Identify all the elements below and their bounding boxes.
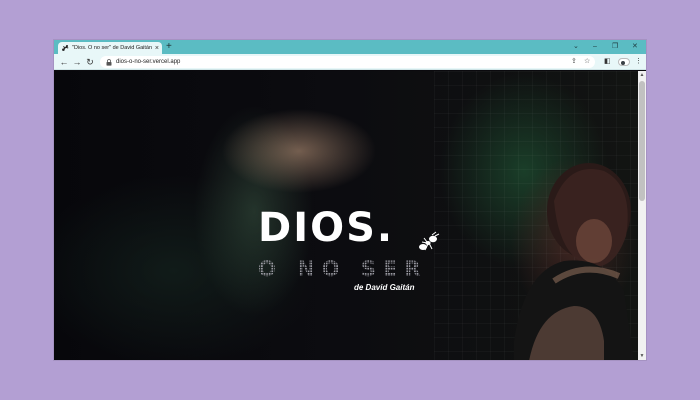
hero-person-image <box>514 163 634 360</box>
back-button[interactable]: ← <box>58 56 70 68</box>
scroll-up-icon[interactable]: ▲ <box>638 71 646 79</box>
ant-icon <box>419 231 440 251</box>
hero-title: DIOS. <box>258 205 395 251</box>
tab-title: "Dios. O no ser" de David Gaitán <box>72 45 153 51</box>
page-scrollbar[interactable]: ▲ ▼ <box>638 71 646 360</box>
browser-tab[interactable]: "Dios. O no ser" de David Gaitán × <box>58 42 162 54</box>
forward-button[interactable]: → <box>71 56 83 68</box>
share-icon[interactable]: ⇪ <box>571 56 577 68</box>
hero-section: DIOS. O NO SER de David Gaitán <box>54 71 638 360</box>
bookmark-star-icon[interactable]: ☆ <box>584 56 590 68</box>
browser-window: "Dios. O no ser" de David Gaitán × + ⌄ –… <box>54 40 646 360</box>
tab-strip: "Dios. O no ser" de David Gaitán × + ⌄ –… <box>54 40 646 54</box>
scroll-down-icon[interactable]: ▼ <box>638 352 646 360</box>
lock-icon <box>106 58 112 66</box>
tab-close-icon[interactable]: × <box>155 45 159 52</box>
address-bar[interactable]: dios-o-no-ser.vercel.app ⇪ ☆ <box>100 56 595 68</box>
minimize-button[interactable]: – <box>593 41 597 53</box>
profile-avatar[interactable] <box>618 58 630 66</box>
menu-kebab-icon[interactable]: ⋮ <box>635 56 642 68</box>
url-text: dios-o-no-ser.vercel.app <box>116 59 181 65</box>
scroll-thumb[interactable] <box>639 81 645 201</box>
close-window-button[interactable]: ✕ <box>632 41 638 53</box>
reload-button[interactable]: ↻ <box>84 56 96 68</box>
hero-logo: DIOS. O NO SER de David Gaitán <box>258 205 458 305</box>
browser-toolbar: ← → ↻ dios-o-no-ser.vercel.app ⇪ ☆ ◧ ⋮ <box>54 54 646 70</box>
side-panel-icon[interactable]: ◧ <box>604 56 611 68</box>
restore-button[interactable]: ❐ <box>612 41 618 53</box>
hero-subtitle: O NO SER <box>258 257 428 281</box>
ant-favicon-icon <box>62 44 69 51</box>
new-tab-button[interactable]: + <box>166 41 172 53</box>
tab-search-chevron-icon[interactable]: ⌄ <box>573 41 579 53</box>
hero-credit: de David Gaitán <box>354 283 415 292</box>
